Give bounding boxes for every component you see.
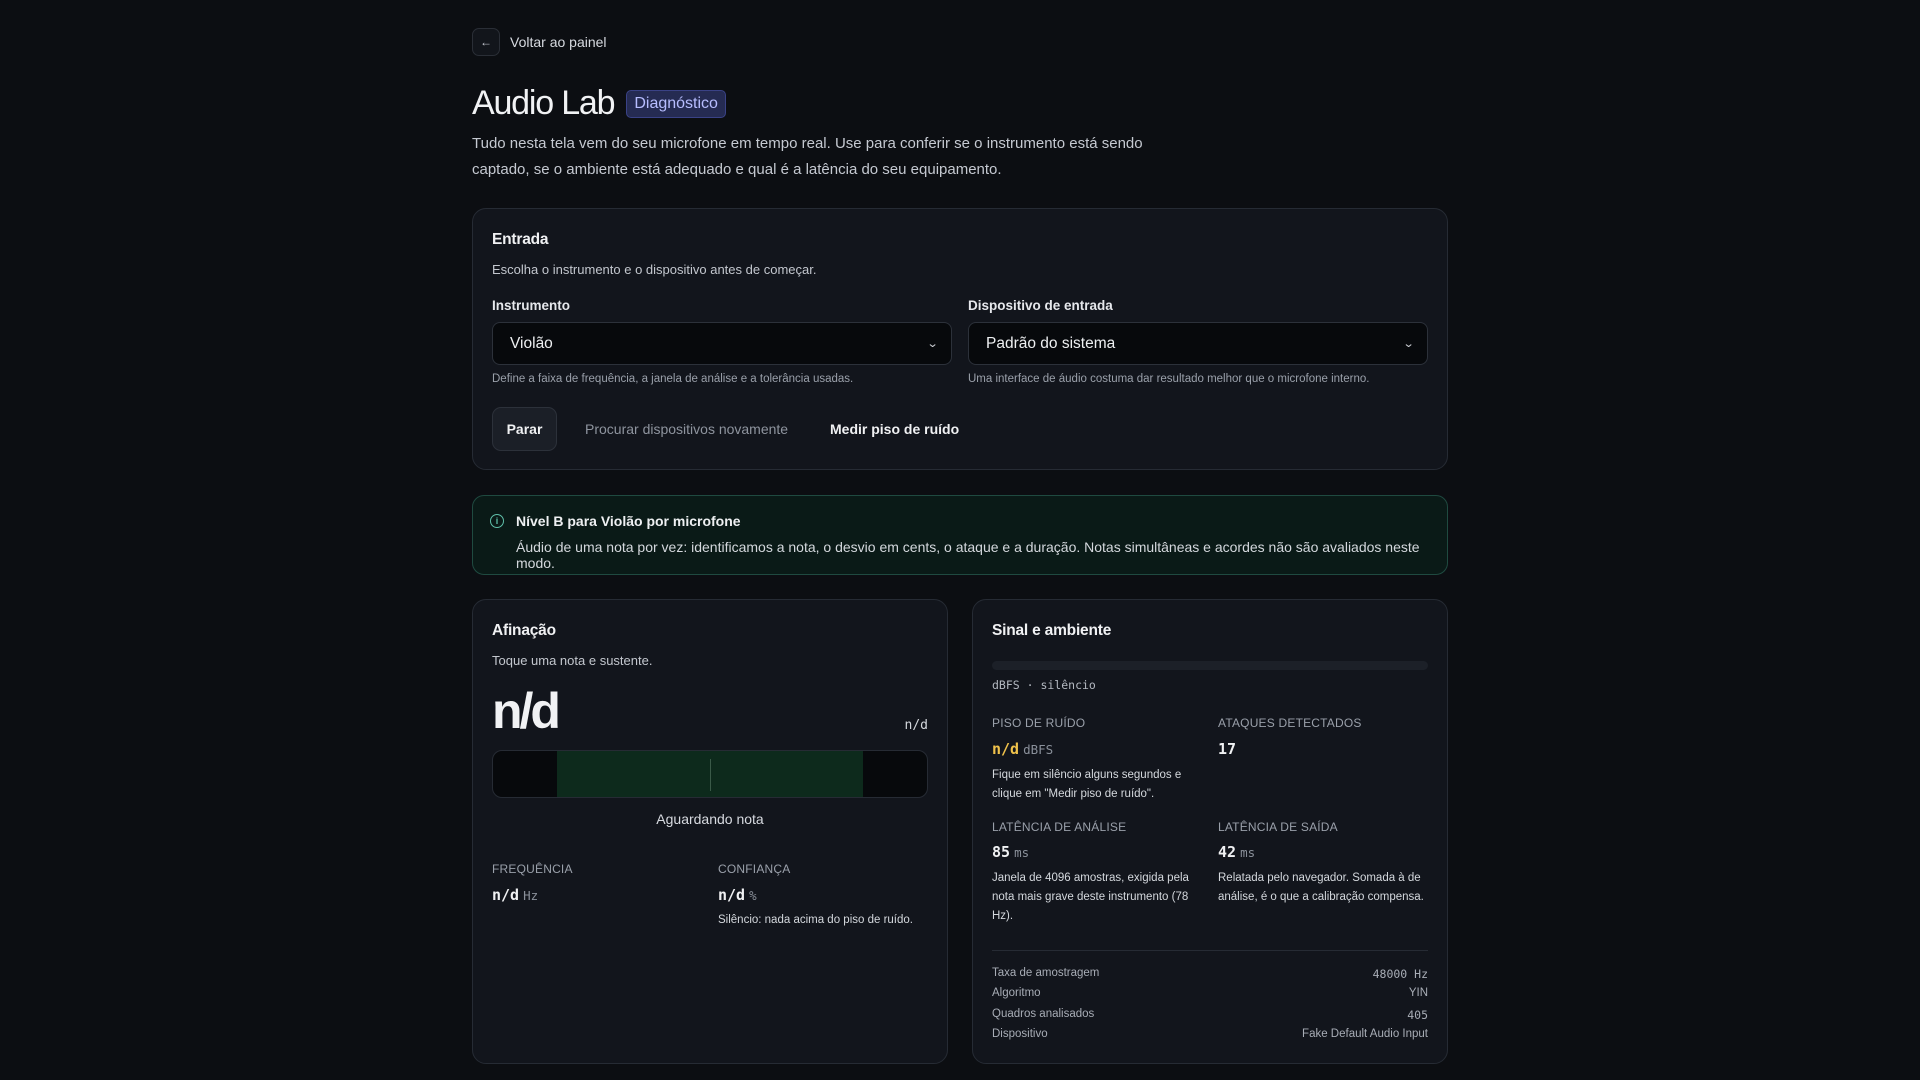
detail-value: 405 bbox=[1407, 1008, 1428, 1022]
attacks-label: ATAQUES DETECTADOS bbox=[1218, 716, 1362, 730]
confidence-value: n/d% bbox=[718, 886, 757, 904]
page-header: Audio Lab Diagnóstico bbox=[472, 84, 726, 123]
detail-row: Algoritmo YIN bbox=[992, 987, 1428, 999]
attacks-value: 17 bbox=[1218, 740, 1237, 758]
noise-floor-unit: dBFS bbox=[1023, 742, 1054, 757]
output-latency-number: 42 bbox=[1218, 843, 1237, 861]
analysis-latency-unit: ms bbox=[1014, 845, 1030, 860]
signal-level-caption: dBFS · silêncio bbox=[992, 678, 1096, 692]
noise-floor-value: n/d dBFS bbox=[992, 740, 1053, 758]
tuning-meter bbox=[492, 750, 928, 798]
info-banner-text: Áudio de uma nota por vez: identificamos… bbox=[516, 539, 1420, 571]
detail-row: Taxa de amostragem 48000 Hz bbox=[992, 967, 1428, 981]
rescan-devices-button[interactable]: Procurar dispositivos novamente bbox=[585, 421, 788, 437]
output-latency-note: Relatada pelo navegador. Somada à de aná… bbox=[1218, 872, 1424, 903]
device-select[interactable]: Padrão do sistema ⌄ bbox=[968, 322, 1428, 365]
stop-button[interactable]: Parar bbox=[492, 407, 557, 451]
info-banner: i Nível B para Violão por microfone Áudi… bbox=[472, 495, 1448, 575]
detail-key: Dispositivo bbox=[992, 1028, 1048, 1040]
output-latency-label: LATÊNCIA DE SAÍDA bbox=[1218, 820, 1338, 834]
detail-value: Fake Default Audio Input bbox=[1302, 1028, 1428, 1040]
instrument-hint: Define a faixa de frequência, a janela d… bbox=[492, 373, 854, 385]
noise-floor-label: PISO DE RUÍDO bbox=[992, 716, 1086, 730]
confidence-label: CONFIANÇA bbox=[718, 862, 791, 876]
detail-key: Quadros analisados bbox=[992, 1008, 1095, 1020]
details-divider bbox=[992, 950, 1428, 951]
chevron-down-icon: ⌄ bbox=[926, 338, 939, 350]
detected-note: n/d bbox=[492, 683, 561, 739]
tuning-card-title: Afinação bbox=[492, 622, 556, 639]
detail-key: Taxa de amostragem bbox=[992, 967, 1100, 979]
back-link[interactable]: ← Voltar ao painel bbox=[472, 28, 607, 56]
frequency-value: n/d Hz bbox=[492, 886, 538, 904]
signal-level-meter bbox=[992, 661, 1428, 670]
info-banner-title: Nível B para Violão por microfone bbox=[516, 513, 741, 529]
noise-floor-number: n/d bbox=[992, 740, 1020, 758]
instrument-label: Instrumento bbox=[492, 298, 571, 313]
frequency-unit: Hz bbox=[523, 888, 539, 903]
page-intro: Tudo nesta tela vem do seu microfone em … bbox=[472, 135, 1143, 178]
tuning-card-subtitle: Toque uma nota e sustente. bbox=[492, 653, 653, 668]
device-select-value: Padrão do sistema bbox=[986, 334, 1116, 352]
confidence-note: Silêncio: nada acima do piso de ruído. bbox=[718, 914, 913, 926]
noise-floor-note: Fique em silêncio alguns segundos e cliq… bbox=[992, 769, 1182, 800]
info-icon: i bbox=[490, 514, 504, 528]
instrument-select-value: Violão bbox=[510, 334, 553, 352]
frequency-number: n/d bbox=[492, 886, 520, 904]
input-card-title: Entrada bbox=[492, 231, 549, 248]
confidence-unit: % bbox=[749, 888, 757, 903]
output-latency-value: 42 ms bbox=[1218, 843, 1255, 861]
device-label: Dispositivo de entrada bbox=[968, 298, 1113, 313]
input-card-subtitle: Escolha o instrumento e o dispositivo an… bbox=[492, 262, 817, 277]
input-card: Entrada Escolha o instrumento e o dispos… bbox=[472, 208, 1448, 470]
detail-value: YIN bbox=[1408, 987, 1428, 999]
detail-key: Algoritmo bbox=[992, 987, 1041, 999]
detail-value: 48000 Hz bbox=[1372, 967, 1428, 981]
detail-row: Dispositivo Fake Default Audio Input bbox=[992, 1028, 1428, 1040]
analysis-latency-label: LATÊNCIA DE ANÁLISE bbox=[992, 820, 1127, 834]
detail-row: Quadros analisados 405 bbox=[992, 1008, 1428, 1022]
instrument-select[interactable]: Violão ⌄ bbox=[492, 322, 952, 365]
output-latency-unit: ms bbox=[1240, 845, 1256, 860]
device-hint: Uma interface de áudio costuma dar resul… bbox=[968, 373, 1370, 385]
analysis-latency-number: 85 bbox=[992, 843, 1011, 861]
measure-noise-floor-button[interactable]: Medir piso de ruído bbox=[830, 421, 959, 437]
analysis-latency-note: Janela de 4096 amostras, exigida pela no… bbox=[992, 872, 1189, 922]
chevron-down-icon: ⌄ bbox=[1402, 338, 1415, 350]
tuning-meter-center-line bbox=[710, 759, 711, 791]
note-octave-readout: n/d bbox=[904, 718, 928, 733]
analysis-latency-value: 85 ms bbox=[992, 843, 1029, 861]
tuning-card: Afinação Toque uma nota e sustente. n/d … bbox=[472, 599, 948, 1064]
page-title: Audio Lab bbox=[472, 84, 616, 122]
signal-card: Sinal e ambiente dBFS · silêncio PISO DE… bbox=[972, 599, 1448, 1064]
diagnostic-badge: Diagnóstico bbox=[626, 89, 726, 118]
signal-card-title: Sinal e ambiente bbox=[992, 622, 1112, 639]
frequency-label: FREQUÊNCIA bbox=[492, 862, 573, 876]
back-link-label: Voltar ao painel bbox=[510, 34, 607, 50]
confidence-number: n/d bbox=[718, 886, 746, 904]
tuning-status: Aguardando nota bbox=[656, 811, 764, 827]
arrow-left-icon[interactable]: ← bbox=[472, 28, 500, 56]
